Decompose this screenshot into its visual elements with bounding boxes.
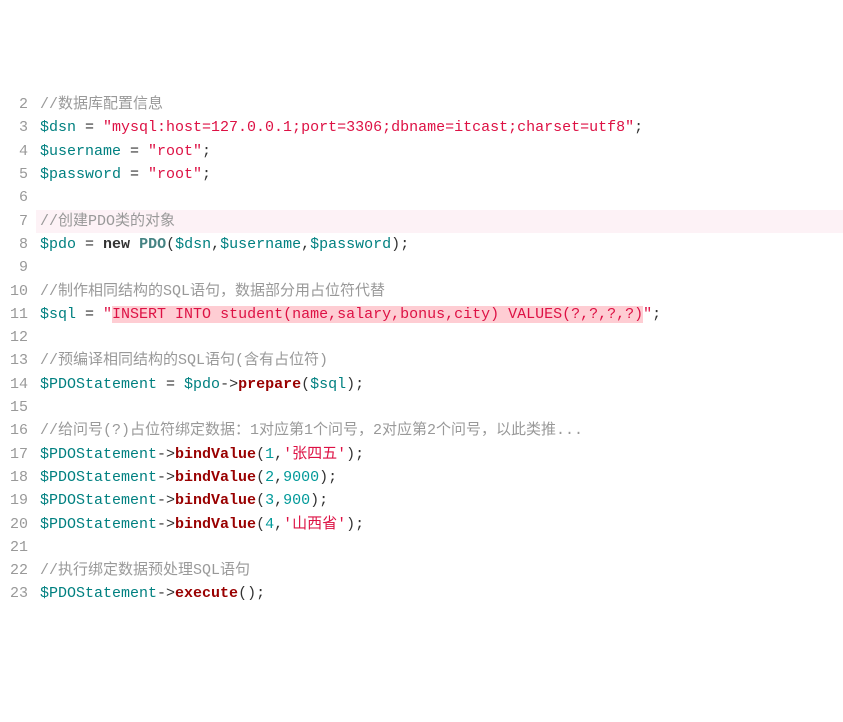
string-token: "root" (148, 143, 202, 160)
line-number: 20 (0, 513, 28, 536)
number-token: 4 (265, 516, 274, 533)
function-token: bindValue (175, 516, 256, 533)
code-line[interactable]: //给问号(?)占位符绑定数据：1对应第1个问号，2对应第2个问号，以此类推..… (40, 419, 843, 442)
line-number: 7 (0, 210, 28, 233)
class-token: PDO (139, 236, 166, 253)
function-token: bindValue (175, 492, 256, 509)
string-token: '张四五' (283, 446, 346, 463)
line-number: 8 (0, 233, 28, 256)
function-token: bindValue (175, 469, 256, 486)
code-line[interactable]: $PDOStatement->bindValue(1,'张四五'); (40, 443, 843, 466)
code-line[interactable]: //预编译相同结构的SQL语句(含有占位符) (40, 349, 843, 372)
variable-token: $sql (40, 306, 76, 323)
line-number: 12 (0, 326, 28, 349)
code-line[interactable] (40, 186, 843, 209)
code-line[interactable]: //制作相同结构的SQL语句，数据部分用占位符代替 (40, 280, 843, 303)
variable-token: $password (40, 166, 121, 183)
line-number: 19 (0, 489, 28, 512)
line-number: 22 (0, 559, 28, 582)
code-line[interactable]: //执行绑定数据预处理SQL语句 (40, 559, 843, 582)
line-number: 18 (0, 466, 28, 489)
comment-token: //制作相同结构的SQL语句，数据部分用占位符代替 (40, 283, 385, 300)
number-token: 3 (265, 492, 274, 509)
keyword-token: new (103, 236, 130, 253)
line-number: 14 (0, 373, 28, 396)
variable-token: $pdo (40, 236, 76, 253)
variable-token: $dsn (40, 119, 76, 136)
variable-token: $PDOStatement (40, 585, 157, 602)
code-line[interactable] (40, 256, 843, 279)
line-number: 10 (0, 280, 28, 303)
line-number: 23 (0, 582, 28, 605)
function-token: bindValue (175, 446, 256, 463)
code-line[interactable]: $sql = "INSERT INTO student(name,salary,… (40, 303, 843, 326)
comment-token: //预编译相同结构的SQL语句(含有占位符) (40, 352, 328, 369)
code-line[interactable]: $PDOStatement->execute(); (40, 582, 843, 605)
function-token: prepare (238, 376, 301, 393)
code-editor[interactable]: 234567891011121314151617181920212223 //数… (0, 93, 843, 606)
number-token: 900 (283, 492, 310, 509)
variable-token: $PDOStatement (40, 446, 157, 463)
code-line[interactable] (40, 536, 843, 559)
string-token: "root" (148, 166, 202, 183)
line-number: 11 (0, 303, 28, 326)
code-line[interactable] (40, 396, 843, 419)
variable-token: $PDOStatement (40, 469, 157, 486)
line-number: 3 (0, 116, 28, 139)
number-token: 9000 (283, 469, 319, 486)
code-line[interactable]: $username = "root"; (40, 140, 843, 163)
line-number: 15 (0, 396, 28, 419)
code-line[interactable] (40, 326, 843, 349)
code-area[interactable]: //数据库配置信息 $dsn = "mysql:host=127.0.0.1;po… (36, 93, 843, 606)
code-line[interactable]: $PDOStatement->bindValue(3,900); (40, 489, 843, 512)
selected-text: INSERT INTO student(name,salary,bonus,ci… (112, 306, 643, 323)
number-token: 1 (265, 446, 274, 463)
code-line[interactable]: $password = "root"; (40, 163, 843, 186)
string-token: '山西省' (283, 516, 346, 533)
variable-token: $PDOStatement (40, 376, 157, 393)
comment-token: //创建PDO类的对象 (40, 213, 175, 230)
code-line-highlighted[interactable]: //创建PDO类的对象 (36, 210, 843, 233)
comment-token: //给问号(?)占位符绑定数据：1对应第1个问号，2对应第2个问号，以此类推..… (40, 422, 583, 439)
code-line[interactable]: $PDOStatement->bindValue(4,'山西省'); (40, 513, 843, 536)
line-number: 16 (0, 419, 28, 442)
line-number: 13 (0, 349, 28, 372)
line-number: 21 (0, 536, 28, 559)
code-line[interactable]: //数据库配置信息 (40, 93, 843, 116)
comment-token: //执行绑定数据预处理SQL语句 (40, 562, 250, 579)
code-line[interactable]: $dsn = "mysql:host=127.0.0.1;port=3306;d… (40, 116, 843, 139)
line-number: 2 (0, 93, 28, 116)
line-number: 5 (0, 163, 28, 186)
line-number: 6 (0, 186, 28, 209)
line-number: 9 (0, 256, 28, 279)
comment-token: //数据库配置信息 (40, 96, 163, 113)
code-line[interactable]: $PDOStatement = $pdo->prepare($sql); (40, 373, 843, 396)
number-token: 2 (265, 469, 274, 486)
variable-token: $PDOStatement (40, 516, 157, 533)
line-number: 4 (0, 140, 28, 163)
variable-token: $PDOStatement (40, 492, 157, 509)
function-token: execute (175, 585, 238, 602)
string-token: "mysql:host=127.0.0.1;port=3306;dbname=i… (103, 119, 634, 136)
code-line[interactable]: $pdo = new PDO($dsn,$username,$password)… (40, 233, 843, 256)
line-number: 17 (0, 443, 28, 466)
variable-token: $username (40, 143, 121, 160)
line-number-gutter: 234567891011121314151617181920212223 (0, 93, 36, 606)
code-line[interactable]: $PDOStatement->bindValue(2,9000); (40, 466, 843, 489)
